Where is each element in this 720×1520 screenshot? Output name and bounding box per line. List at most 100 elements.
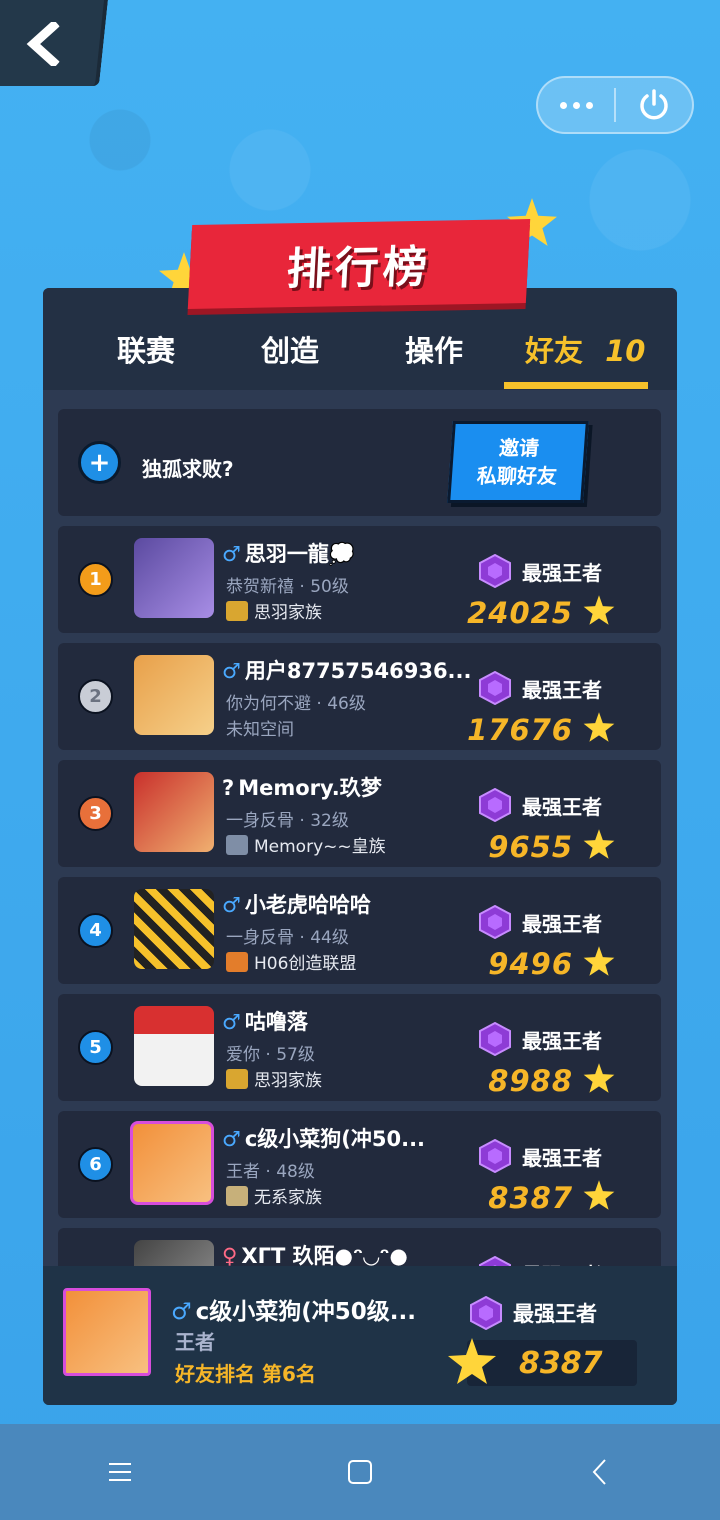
clan-name: 未知空间 <box>226 720 294 740</box>
menu-button[interactable] <box>90 1442 150 1502</box>
tier-gem-icon <box>470 1296 502 1330</box>
plus-icon[interactable]: + <box>78 441 121 484</box>
clan-icon <box>226 834 248 855</box>
invite-friends-button[interactable]: 邀请 私聊好友 <box>447 421 589 503</box>
more-button[interactable] <box>538 78 614 132</box>
male-icon: ♂ <box>222 893 241 917</box>
avatar <box>134 655 214 735</box>
score: 17676 <box>467 713 573 747</box>
my-title-label: 王者 <box>175 1330 215 1354</box>
more-icon <box>559 101 567 109</box>
avatar <box>134 772 214 852</box>
friend-name: c级小菜狗(冲50... <box>244 1127 426 1151</box>
friend-name: 用户87757546936... <box>244 659 472 683</box>
invite-prompt: 独孤求败? <box>142 457 234 481</box>
system-nav-bar <box>0 1424 720 1520</box>
my-name: c级小菜狗(冲50级... <box>195 1299 416 1325</box>
score: 9496 <box>488 947 573 981</box>
my-friend-rank: 好友排名 第6名 <box>175 1362 316 1386</box>
male-icon: ♂ <box>222 659 241 683</box>
close-button[interactable] <box>616 78 692 132</box>
score: 24025 <box>467 596 573 630</box>
friend-level: 爱你 · 57级 <box>226 1045 315 1065</box>
tab-friends[interactable]: 好友 10 <box>525 328 645 370</box>
male-icon: ♂ <box>222 1010 241 1034</box>
tier-title: 最强王者 <box>522 560 602 585</box>
my-avatar <box>63 1288 151 1376</box>
invite-row: + 独孤求败? 邀请 私聊好友 <box>58 409 661 516</box>
tier-gem-icon <box>479 671 511 705</box>
tier-title: 最强王者 <box>522 1145 602 1170</box>
male-icon: ♂ <box>222 1127 241 1151</box>
back-button[interactable] <box>0 0 108 86</box>
male-icon: ♂ <box>171 1299 192 1325</box>
friend-row[interactable]: 6 ♂ c级小菜狗(冲50... 王者 · 48级 无系家族 最强王者 8387 <box>58 1111 661 1218</box>
star-icon <box>583 1063 615 1093</box>
friend-row[interactable]: 4 ♂ 小老虎哈哈哈 一身反骨 · 44级 H06创造联盟 最强王者 9496 <box>58 877 661 984</box>
star-icon <box>583 712 615 742</box>
home-button[interactable] <box>330 1442 390 1502</box>
friends-count: 10 <box>605 334 646 368</box>
clan-icon <box>226 600 248 621</box>
friend-name: 思羽一龍💭 <box>244 542 355 566</box>
friend-level: 恭贺新禧 · 50级 <box>226 577 349 597</box>
clan-name: 思羽家族 <box>254 603 322 623</box>
score: 8387 <box>488 1181 573 1215</box>
tier-title: 最强王者 <box>522 677 602 702</box>
star-icon <box>583 1180 615 1210</box>
title-banner: 排行榜 <box>187 219 531 309</box>
back-arrow-icon <box>26 22 60 66</box>
friend-level: 一身反骨 · 32级 <box>226 811 349 831</box>
menu-icon <box>109 1463 131 1481</box>
clan-name: 无系家族 <box>254 1188 322 1208</box>
rank-badge: 2 <box>78 679 113 714</box>
friend-row[interactable]: 2 ♂ 用户87757546936... 你为何不避 · 46级 未知空间 最强王… <box>58 643 661 750</box>
rank-badge: 1 <box>78 562 113 597</box>
clan-name: H06创造联盟 <box>254 954 357 974</box>
female-icon: ♀ <box>222 1244 238 1268</box>
clan-icon <box>226 1185 248 1206</box>
friend-row[interactable]: 3 ? Memory.玖梦 一身反骨 · 32级 Memory~~皇族 最强王者 … <box>58 760 661 867</box>
friend-name: Memory.玖梦 <box>238 776 382 800</box>
leaderboard-panel: 联赛 创造 操作 好友 10 + 独孤求败? 邀请 私聊好友 1 ♂ 思羽一龍💭 … <box>43 288 677 1405</box>
rank-badge: 6 <box>78 1147 113 1182</box>
avatar <box>134 889 214 969</box>
tier-title: 最强王者 <box>522 911 602 936</box>
power-icon <box>640 89 668 120</box>
tier-gem-icon <box>479 905 511 939</box>
avatar <box>130 1121 214 1205</box>
avatar <box>134 1006 214 1086</box>
tier-title: 最强王者 <box>522 794 602 819</box>
friend-name: 咕噜落 <box>244 1010 308 1034</box>
my-ranking-row: ♂ c级小菜狗(冲50级... 王者 好友排名 第6名 最强王者 8387 <box>43 1266 677 1405</box>
rank-badge: 3 <box>78 796 113 831</box>
tier-gem-icon <box>479 788 511 822</box>
tier-gem-icon <box>479 1022 511 1056</box>
my-score: 8387 <box>519 1346 603 1381</box>
tier-title: 最强王者 <box>522 1028 602 1053</box>
my-tier-title: 最强王者 <box>513 1302 597 1326</box>
rank-badge: 4 <box>78 913 113 948</box>
score: 8988 <box>488 1064 573 1098</box>
friend-level: 一身反骨 · 44级 <box>226 928 349 948</box>
home-square-icon <box>348 1460 372 1484</box>
mini-program-capsule <box>536 76 694 134</box>
friend-level: 王者 · 48级 <box>226 1162 315 1182</box>
unknown-gender-icon: ? <box>222 776 235 800</box>
male-icon: ♂ <box>222 542 241 566</box>
active-tab-indicator <box>504 382 648 389</box>
star-icon <box>448 1338 496 1384</box>
clan-name: 思羽家族 <box>254 1071 322 1091</box>
friend-name: XГТ 玖陌●ᵔ◡ᵔ● <box>241 1244 408 1268</box>
nav-back-button[interactable] <box>570 1442 630 1502</box>
tier-gem-icon <box>479 1139 511 1173</box>
friend-row[interactable]: 1 ♂ 思羽一龍💭 恭贺新禧 · 50级 思羽家族 最强王者 24025 <box>58 526 661 633</box>
tab-create[interactable]: 创造 <box>261 328 319 370</box>
star-icon <box>583 829 615 859</box>
tab-operation[interactable]: 操作 <box>405 328 463 370</box>
tab-league[interactable]: 联赛 <box>117 328 175 370</box>
friend-row[interactable]: 5 ♂ 咕噜落 爱你 · 57级 思羽家族 最强王者 8988 <box>58 994 661 1101</box>
star-icon <box>583 946 615 976</box>
page-title: 排行榜 <box>285 241 433 296</box>
clan-icon <box>226 1068 248 1089</box>
